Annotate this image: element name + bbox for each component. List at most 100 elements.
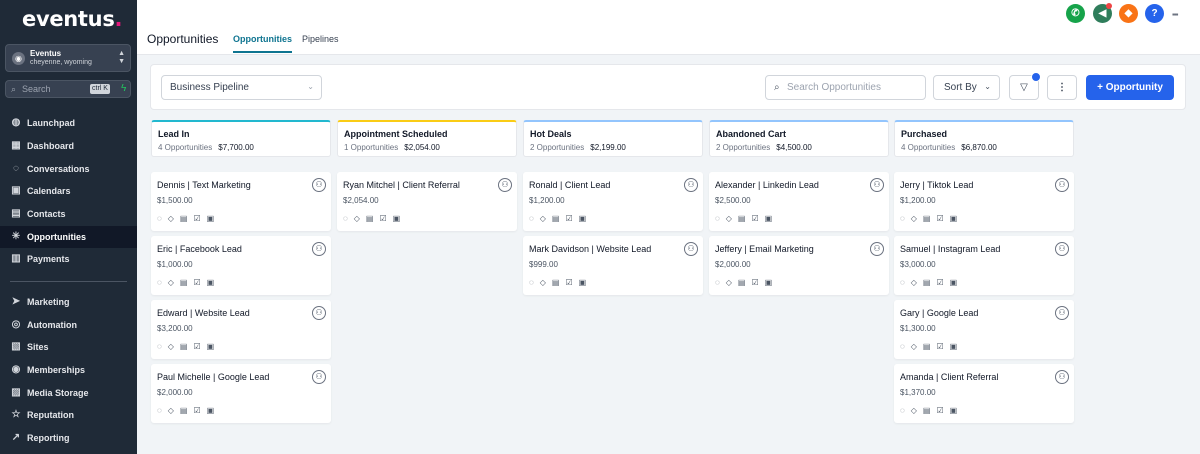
opportunity-search-input[interactable]: ⌕ Search Opportunities [765,75,926,100]
opportunity-card[interactable]: Samuel | Instagram Lead $3,000.00 ⚇ ◌◇▤☑▣ [894,236,1074,295]
stage-meta: 4 Opportunities $7,700.00 [158,143,254,152]
sidebar-item-label: Memberships [27,365,86,375]
stage-header[interactable]: Lead In 4 Opportunities $7,700.00 [151,120,331,157]
opportunity-card[interactable]: Ronald | Client Lead $1,200.00 ⚇ ◌◇▤☑▣ [523,172,703,231]
sidebar-item-sites[interactable]: ▧ Sites [0,336,137,358]
opportunity-name: Ryan Mitchel | Client Referral [343,180,460,190]
assign-user-icon[interactable]: ⚇ [870,242,884,256]
sidebar-item-memberships[interactable]: ◉ Memberships [0,359,137,381]
sidebar-item-marketing[interactable]: ➤ Marketing [0,291,137,313]
more-options-button[interactable]: ⋮ [1047,75,1077,100]
sidebar-item-label: Reputation [27,410,74,420]
bolt-icon[interactable]: ϟ [121,83,126,94]
tab-pipelines[interactable]: Pipelines [302,34,339,44]
chart-icon: ↗ [11,432,21,443]
sidebar-search-placeholder: Search [22,84,51,94]
sidebar-item-label: Conversations [27,164,90,174]
sidebar-item-opportunities[interactable]: ✳ Opportunities [0,226,137,248]
opportunity-name: Eric | Facebook Lead [157,244,242,254]
opportunity-value: $2,054.00 [343,196,379,205]
assign-user-icon[interactable]: ⚇ [1055,306,1069,320]
opportunity-value: $999.00 [529,260,558,269]
pipeline-select[interactable]: Business Pipeline ⌄ [161,75,322,100]
sidebar-item-label: Opportunities [27,232,86,242]
account-switcher[interactable]: ◉ Eventus cheyenne, wyoming ▲ ▼ [5,44,131,72]
assign-user-icon[interactable]: ⚇ [312,370,326,384]
bell-icon[interactable]: ◆ [1119,4,1138,23]
sidebar-item-reputation[interactable]: ☆ Reputation [0,404,137,426]
opportunity-card[interactable]: Mark Davidson | Website Lead $999.00 ⚇ ◌◇▤☑… [523,236,703,295]
opportunity-card[interactable]: Amanda | Client Referral $1,370.00 ⚇ ◌◇▤☑▣ [894,364,1074,423]
payments-icon: ▥ [11,253,21,264]
notification-dot [1106,3,1112,9]
account-name: Eventus [30,49,62,58]
sidebar-item-reporting[interactable]: ↗ Reporting [0,427,137,449]
filter-icon: ▽ [1020,82,1028,93]
assign-user-icon[interactable]: ⚇ [684,178,698,192]
contacts-icon: ▤ [11,208,21,219]
assign-user-icon[interactable]: ⚇ [312,242,326,256]
user-avatar[interactable]: ▪▪▪ [1172,10,1178,19]
stage-meta: 1 Opportunities $2,054.00 [344,143,440,152]
opportunity-card[interactable]: Jerry | Tiktok Lead $1,200.00 ⚇ ◌◇▤☑▣ [894,172,1074,231]
sidebar-item-dashboard[interactable]: ▦ Dashboard [0,135,137,157]
opportunity-value: $1,000.00 [157,260,193,269]
tab-opportunities[interactable]: Opportunities [233,34,292,44]
sort-by-button[interactable]: Sort By ⌄ [933,75,1000,100]
opportunity-value: $1,200.00 [529,196,565,205]
sidebar-item-contacts[interactable]: ▤ Contacts [0,203,137,225]
opportunity-card[interactable]: Eric | Facebook Lead $1,000.00 ⚇ ◌◇▤☑▣ [151,236,331,295]
opportunity-card[interactable]: Edward | Website Lead $3,200.00 ⚇ ◌◇▤☑▣ [151,300,331,359]
opportunity-card[interactable]: Ryan Mitchel | Client Referral $2,054.00 ⚇… [337,172,517,231]
stage-header[interactable]: Hot Deals 2 Opportunities $2,199.00 [523,120,703,157]
assign-user-icon[interactable]: ⚇ [1055,370,1069,384]
assign-user-icon[interactable]: ⚇ [312,178,326,192]
stage-header[interactable]: Abandoned Cart 2 Opportunities $4,500.00 [709,120,889,157]
sidebar-item-conversations[interactable]: ◌ Conversations [0,158,137,180]
assign-user-icon[interactable]: ⚇ [870,178,884,192]
assign-user-icon[interactable]: ⚇ [1055,242,1069,256]
opportunity-name: Gary | Google Lead [900,308,979,318]
star-icon: ☆ [11,409,21,420]
add-opportunity-button[interactable]: + Opportunity [1086,75,1174,100]
opportunity-card[interactable]: Gary | Google Lead $1,300.00 ⚇ ◌◇▤☑▣ [894,300,1074,359]
card-action-icons[interactable]: ◌◇▤☑▣ [157,406,220,415]
card-action-icons[interactable]: ◌◇▤☑▣ [343,214,406,223]
opportunity-value: $1,300.00 [900,324,936,333]
sidebar-item-label: Launchpad [27,118,76,128]
sidebar-item-payments[interactable]: ▥ Payments [0,248,137,270]
assign-user-icon[interactable]: ⚇ [1055,178,1069,192]
assign-user-icon[interactable]: ⚇ [684,242,698,256]
top-bar: Opportunities Opportunities Pipelines [137,0,1200,55]
sidebar-search[interactable]: ⌕ Search ctrl K ϟ [5,80,131,98]
opportunity-name: Amanda | Client Referral [900,372,999,382]
card-action-icons[interactable]: ◌◇▤☑▣ [157,278,220,287]
opportunity-card[interactable]: Paul Michelle | Google Lead $2,000.00 ⚇ ◌◇▤… [151,364,331,423]
card-action-icons[interactable]: ◌◇▤☑▣ [900,214,963,223]
card-action-icons[interactable]: ◌◇▤☑▣ [715,278,778,287]
stage-header[interactable]: Appointment Scheduled 1 Opportunities $2,0… [337,120,517,157]
sidebar-item-media-storage[interactable]: ▨ Media Storage [0,382,137,404]
sidebar-item-launchpad[interactable]: ◍ Launchpad [0,112,137,134]
card-action-icons[interactable]: ◌◇▤☑▣ [900,342,963,351]
opportunity-card[interactable]: Alexander | Linkedin Lead $2,500.00 ⚇ ◌◇▤☑▣ [709,172,889,231]
card-action-icons[interactable]: ◌◇▤☑▣ [900,278,963,287]
app-logo[interactable]: eventus. [22,7,122,31]
sidebar-item-calendars[interactable]: ▣ Calendars [0,180,137,202]
assign-user-icon[interactable]: ⚇ [498,178,512,192]
chevron-down-icon: ⌄ [984,82,991,91]
card-action-icons[interactable]: ◌◇▤☑▣ [157,342,220,351]
stage-total: $7,700.00 [218,143,254,152]
opportunity-card[interactable]: Jeffery | Email Marketing $2,000.00 ⚇ ◌◇▤☑▣ [709,236,889,295]
sidebar-item-automation[interactable]: ◎ Automation [0,314,137,336]
card-action-icons[interactable]: ◌◇▤☑▣ [157,214,220,223]
card-action-icons[interactable]: ◌◇▤☑▣ [715,214,778,223]
phone-icon[interactable]: ✆ [1066,4,1085,23]
help-icon[interactable]: ? [1145,4,1164,23]
card-action-icons[interactable]: ◌◇▤☑▣ [529,214,592,223]
assign-user-icon[interactable]: ⚇ [312,306,326,320]
stage-header[interactable]: Purchased 4 Opportunities $6,870.00 [894,120,1074,157]
card-action-icons[interactable]: ◌◇▤☑▣ [529,278,592,287]
card-action-icons[interactable]: ◌◇▤☑▣ [900,406,963,415]
opportunity-card[interactable]: Dennis | Text Marketing $1,500.00 ⚇ ◌◇▤☑▣ [151,172,331,231]
